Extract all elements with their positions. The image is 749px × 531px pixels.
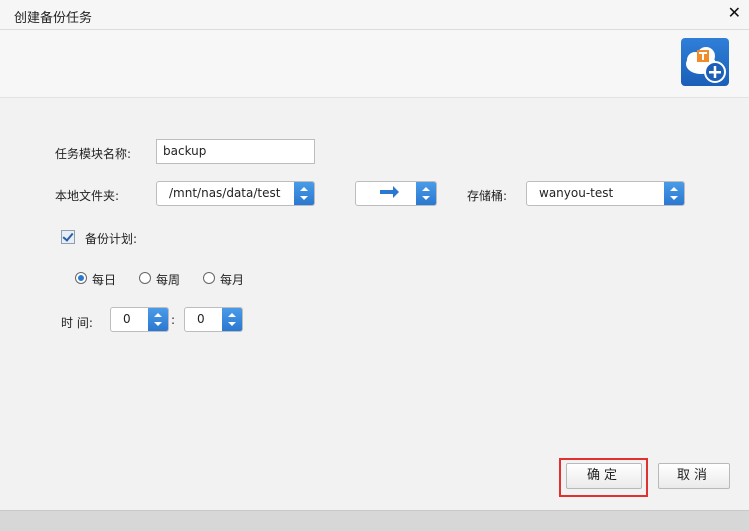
hour-spinner[interactable]: 0 (110, 307, 169, 332)
task-name-label: 任务模块名称: (55, 147, 132, 161)
time-label: 时 间: (61, 316, 93, 330)
radio-weekly[interactable] (139, 272, 151, 284)
cloud-backup-icon (681, 38, 729, 86)
local-folder-spinner[interactable] (294, 182, 314, 205)
radio-daily-label: 每日 (92, 273, 117, 287)
local-folder-value: /mnt/nas/data/test (169, 186, 281, 200)
bucket-label: 存储桶: (467, 189, 508, 203)
time-separator: : (171, 313, 176, 327)
confirm-button[interactable]: 确定 (566, 463, 642, 489)
bucket-value: wanyou-test (539, 186, 614, 200)
direction-spinner[interactable] (416, 182, 436, 205)
radio-weekly-label: 每周 (156, 273, 181, 287)
status-strip (0, 510, 749, 531)
hour-spinner-buttons[interactable] (148, 308, 168, 331)
direction-select[interactable] (355, 181, 437, 206)
radio-daily[interactable] (75, 272, 87, 284)
bucket-spinner[interactable] (664, 182, 684, 205)
right-arrow-icon (380, 186, 399, 198)
radio-monthly[interactable] (203, 272, 215, 284)
minute-spinner-buttons[interactable] (222, 308, 242, 331)
backup-plan-checkbox[interactable] (61, 230, 75, 244)
minute-spinner[interactable]: 0 (184, 307, 243, 332)
dialog-header (0, 30, 749, 98)
close-icon[interactable]: ✕ (728, 4, 741, 22)
minute-value: 0 (197, 312, 205, 326)
radio-monthly-label: 每月 (220, 273, 245, 287)
cancel-button[interactable]: 取消 (658, 463, 730, 489)
task-name-input[interactable]: backup (156, 139, 315, 164)
backup-plan-label: 备份计划: (85, 232, 138, 246)
hour-value: 0 (123, 312, 131, 326)
bucket-select[interactable]: wanyou-test (526, 181, 685, 206)
local-folder-select[interactable]: /mnt/nas/data/test (156, 181, 315, 206)
window-title: 创建备份任务 (14, 11, 93, 26)
check-icon (62, 230, 74, 242)
local-folder-label: 本地文件夹: (55, 189, 120, 203)
title-bar: 创建备份任务 ✕ (0, 0, 749, 30)
